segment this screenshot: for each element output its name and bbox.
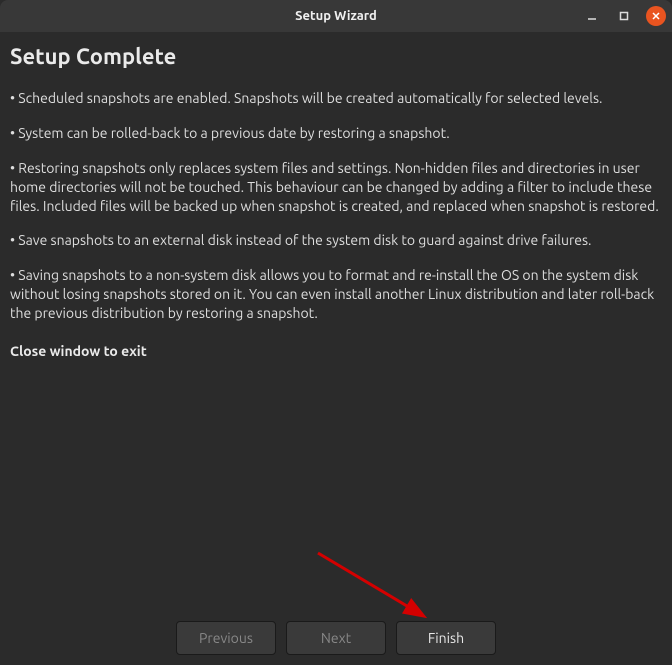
window-title: Setup Wizard [295, 9, 377, 23]
maximize-button[interactable] [614, 6, 634, 26]
next-button: Next [286, 621, 386, 655]
close-button[interactable] [646, 6, 666, 26]
exit-instruction: Close window to exit [10, 343, 662, 359]
wizard-button-row: Previous Next Finish [0, 613, 672, 665]
bullet-item: • System can be rolled-back to a previou… [10, 124, 662, 143]
finish-button[interactable]: Finish [396, 621, 496, 655]
setup-wizard-window: Setup Wizard Setup Complete • Scheduled … [0, 0, 672, 665]
bullet-item: • Save snapshots to an external disk ins… [10, 231, 662, 250]
window-controls [582, 6, 666, 26]
titlebar: Setup Wizard [0, 0, 672, 32]
page-heading: Setup Complete [10, 44, 662, 69]
body-text: • Scheduled snapshots are enabled. Snaps… [10, 89, 662, 339]
previous-button: Previous [176, 621, 276, 655]
bullet-item: • Restoring snapshots only replaces syst… [10, 159, 662, 216]
minimize-button[interactable] [582, 6, 602, 26]
content-area: Setup Complete • Scheduled snapshots are… [0, 32, 672, 613]
bullet-item: • Scheduled snapshots are enabled. Snaps… [10, 89, 662, 108]
bullet-item: • Saving snapshots to a non-system disk … [10, 266, 662, 323]
